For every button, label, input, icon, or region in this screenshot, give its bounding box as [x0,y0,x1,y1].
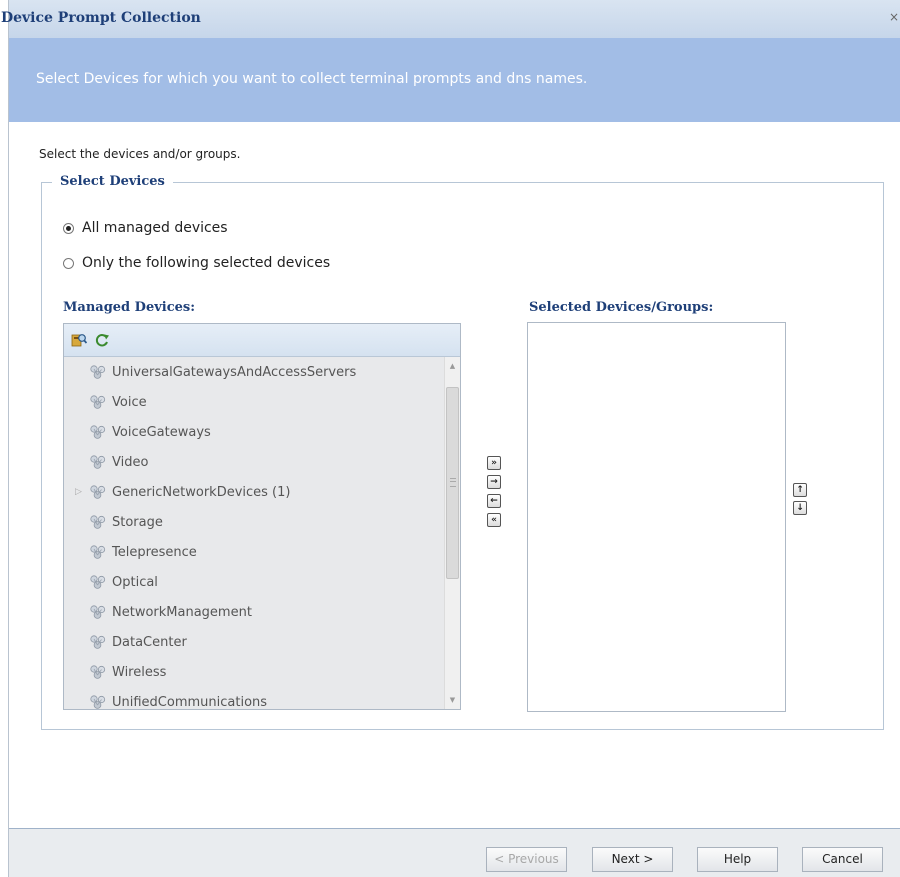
tree-item-label: Optical [112,574,158,590]
tree-item-label: UniversalGatewaysAndAccessServers [112,364,357,380]
selected-devices-label: Selected Devices/Groups: [529,300,714,315]
tree-item[interactable]: DataCenter [64,627,444,657]
move-down-button[interactable]: ↓ [793,501,807,515]
device-group-icon [89,364,107,380]
tree-item[interactable]: UnifiedCommunications [64,687,444,709]
next-button[interactable]: Next > [592,847,673,872]
tree-item[interactable]: Telepresence [64,537,444,567]
tree-item-label: UnifiedCommunications [112,694,268,710]
device-group-icon [89,634,107,650]
tree-item-label: GenericNetworkDevices (1) [112,484,291,500]
managed-devices-label: Managed Devices: [63,300,196,315]
device-group-icon [89,664,107,680]
title-bar: Device Prompt Collection × [1,0,900,38]
content-area: Select the devices and/or groups. Select… [9,122,900,829]
previous-button[interactable]: < Previous [486,847,567,872]
footer-bar: < Previous Next > Help Cancel [9,829,900,877]
refresh-icon[interactable] [94,332,110,348]
tree-item[interactable]: UniversalGatewaysAndAccessServers [64,357,444,387]
tree-item[interactable]: VoiceGateways [64,417,444,447]
radio-all-label: All managed devices [82,220,228,236]
add-button[interactable]: → [487,475,501,489]
tree-item-label: Video [112,454,149,470]
expand-arrow-icon[interactable]: ▷ [75,487,83,497]
device-group-icon [89,394,107,410]
header-banner: Select Devices for which you want to col… [9,38,900,122]
dialog-title: Device Prompt Collection [1,10,201,26]
remove-button[interactable]: ← [487,494,501,508]
device-group-icon [89,514,107,530]
tree-toolbar [64,324,460,357]
remove-all-button[interactable]: « [487,513,501,527]
tree-item-label: VoiceGateways [112,424,211,440]
add-all-button[interactable]: » [487,456,501,470]
tree-item[interactable]: NetworkManagement [64,597,444,627]
device-group-icon [89,454,107,470]
device-group-icon [89,604,107,620]
tree-item[interactable]: Storage [64,507,444,537]
scroll-up-arrow-icon[interactable]: ▲ [445,359,460,373]
tree-item-label: DataCenter [112,634,187,650]
device-group-icon [89,694,107,709]
scroll-thumb[interactable] [446,387,459,579]
cancel-button[interactable]: Cancel [802,847,883,872]
banner-text: Select Devices for which you want to col… [36,71,588,87]
tree-item[interactable]: Voice [64,387,444,417]
device-group-icon [89,424,107,440]
tree-item-label: Wireless [112,664,167,680]
tree-scrollbar[interactable]: ▲ ▼ [444,357,460,709]
radio-button-checked[interactable] [63,222,74,234]
dialog-window: Device Prompt Collection × Select Device… [1,0,900,877]
tree-item[interactable]: Video [64,447,444,477]
scroll-down-arrow-icon[interactable]: ▼ [445,693,460,707]
select-devices-fieldset: Select Devices All managed devices Only … [41,174,884,730]
radio-only-selected-devices[interactable]: Only the following selected devices [63,255,330,271]
managed-devices-tree: UniversalGatewaysAndAccessServers Voice Vo… [63,323,461,710]
instruction-text: Select the devices and/or groups. [39,147,241,161]
select-devices-legend: Select Devices [52,174,173,189]
radio-button-unchecked[interactable] [63,257,74,269]
move-up-button[interactable]: ↑ [793,483,807,497]
device-group-icon [89,544,107,560]
help-button[interactable]: Help [697,847,778,872]
tree-item-label: Voice [112,394,147,410]
managed-devices-list: UniversalGatewaysAndAccessServers Voice Vo… [64,357,444,710]
radio-selected-label: Only the following selected devices [82,255,331,271]
tree-item[interactable]: ▷ GenericNetworkDevices (1) [64,477,444,507]
close-icon[interactable]: × [889,10,900,26]
radio-all-managed-devices[interactable]: All managed devices [63,220,228,236]
scroll-grip-icon [450,478,456,487]
selected-devices-list[interactable] [527,322,786,712]
device-group-icon [89,574,107,590]
tree-item-label: NetworkManagement [112,604,252,620]
find-device-icon[interactable] [71,332,88,348]
tree-item-label: Storage [112,514,163,530]
tree-item-label: Telepresence [112,544,197,560]
tree-item[interactable]: Wireless [64,657,444,687]
device-group-icon [89,484,107,500]
tree-item[interactable]: Optical [64,567,444,597]
